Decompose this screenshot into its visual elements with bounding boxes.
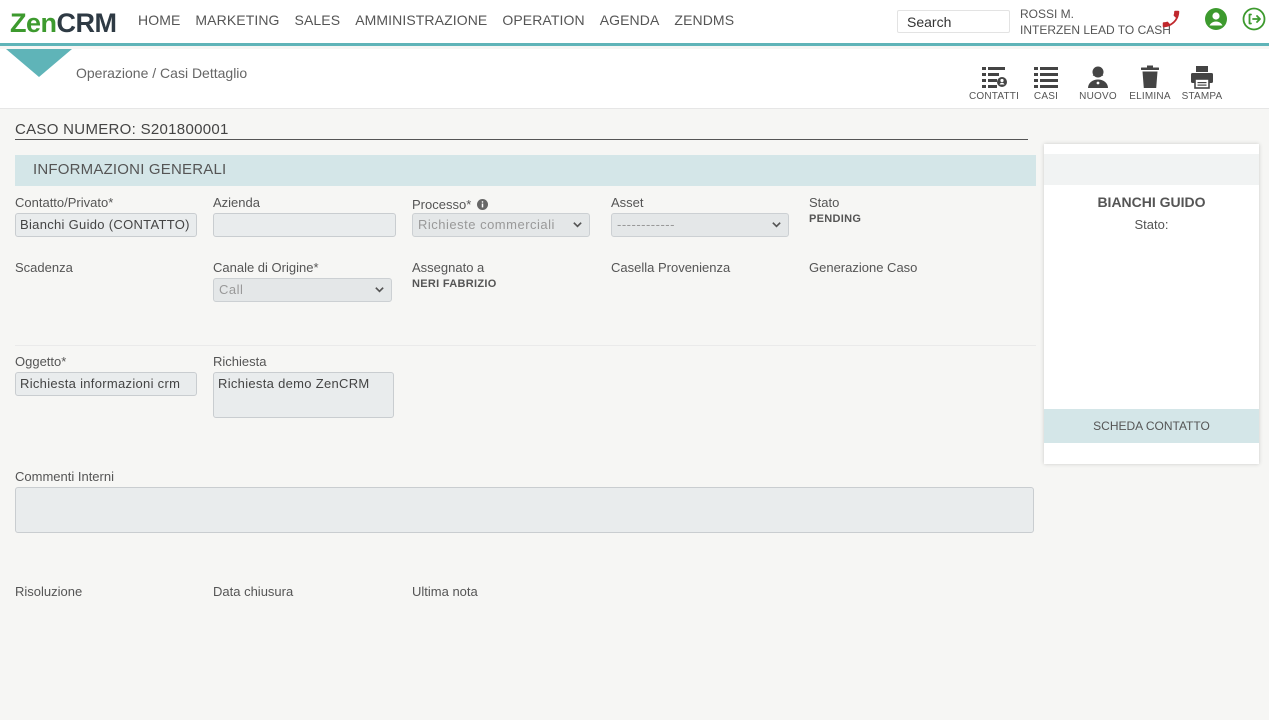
action-toolbar: CONTATTI CASI NUOVO ELIMINA STAMPA: [968, 65, 1228, 102]
contatto-field[interactable]: Bianchi Guido (CONTATTO): [15, 213, 197, 237]
nav-zendms[interactable]: ZENDMS: [674, 12, 734, 28]
azienda-label: Azienda: [213, 195, 260, 210]
phone-icon[interactable]: [1160, 8, 1182, 30]
chiusura-label: Data chiusura: [213, 584, 294, 599]
generazione-label: Generazione Caso: [809, 260, 918, 275]
stampa-label: STAMPA: [1181, 91, 1223, 102]
user-company: INTERZEN LEAD TO CASH: [1020, 23, 1171, 37]
elimina-label: ELIMINA: [1129, 91, 1171, 102]
casi-label: CASI: [1033, 91, 1059, 102]
oggetto-field[interactable]: Richiesta informazioni crm: [15, 372, 197, 396]
stato-value: PENDING: [809, 213, 862, 225]
list-icon: [1034, 67, 1058, 88]
card-contact-name: BIANCHI GUIDO: [1097, 194, 1206, 210]
contatti-label: CONTATTI: [968, 91, 1020, 102]
asset-select[interactable]: ------------: [611, 213, 789, 237]
nav-marketing[interactable]: MARKETING: [195, 12, 279, 28]
asset-label: Asset: [611, 195, 644, 210]
nav-operation[interactable]: OPERATION: [502, 12, 584, 28]
card-header-band: [1044, 154, 1259, 185]
commenti-textarea[interactable]: [15, 487, 1034, 533]
info-icon[interactable]: [476, 199, 488, 210]
menu-toggle-triangle[interactable]: [6, 49, 72, 77]
user-info[interactable]: ROSSI M. INTERZEN LEAD TO CASH: [1020, 6, 1171, 38]
canale-label: Canale di Origine*: [213, 260, 319, 275]
logout-icon[interactable]: [1242, 7, 1266, 31]
nav-amministrazione[interactable]: AMMINISTRAZIONE: [355, 12, 487, 28]
logo-zen: Zen: [10, 8, 57, 38]
trash-icon: [1141, 65, 1159, 88]
chevron-down-icon: [375, 287, 384, 293]
card-stato: Stato:: [1134, 217, 1169, 232]
nuovo-button[interactable]: NUOVO: [1072, 65, 1124, 102]
contact-card: BIANCHI GUIDO Stato: SCHEDA CONTATTO: [1044, 144, 1259, 464]
case-number-title: CASO NUMERO: S201800001: [15, 121, 1028, 140]
contacts-list-icon: [982, 67, 1007, 88]
scadenza-label: Scadenza: [15, 260, 73, 275]
chevron-down-icon: [573, 222, 582, 228]
canale-select[interactable]: Call: [213, 278, 392, 302]
nav-home[interactable]: HOME: [138, 12, 180, 28]
nav-sales[interactable]: SALES: [295, 12, 341, 28]
canale-selected: Call: [219, 282, 244, 297]
processo-label: Processo*: [412, 197, 488, 212]
processo-select[interactable]: Richieste commerciali: [412, 213, 590, 237]
assegnato-label: Assegnato a: [412, 260, 485, 275]
user-name: ROSSI M.: [1020, 7, 1075, 21]
user-circle-icon[interactable]: [1204, 7, 1228, 31]
breadcrumb: Operazione / Casi Dettaglio: [76, 65, 248, 81]
chevron-down-icon: [772, 222, 781, 228]
logo-crm: CRM: [56, 8, 118, 38]
risoluzione-label: Risoluzione: [15, 584, 83, 599]
top-navbar: ZenCRM HOME MARKETING SALES AMMINISTRAZI…: [0, 0, 1269, 46]
azienda-field[interactable]: [213, 213, 396, 237]
processo-label-text: Processo*: [412, 197, 472, 212]
nota-label: Ultima nota: [412, 584, 478, 599]
casella-label: Casella Provenienza: [611, 260, 731, 275]
logo[interactable]: ZenCRM: [10, 8, 117, 39]
contatto-label: Contatto/Privato*: [15, 195, 114, 210]
nuovo-label: NUOVO: [1079, 91, 1117, 102]
assegnato-value: NERI FABRIZIO: [412, 278, 497, 290]
stampa-button[interactable]: STAMPA: [1176, 65, 1228, 102]
commenti-label: Commenti Interni: [15, 469, 114, 484]
sub-header: Operazione / Casi Dettaglio CONTATTI CAS…: [0, 49, 1269, 109]
richiesta-textarea[interactable]: Richiesta demo ZenCRM: [213, 372, 394, 418]
nav-agenda[interactable]: AGENDA: [600, 12, 660, 28]
printer-icon: [1191, 66, 1213, 89]
search-input[interactable]: [897, 10, 1010, 33]
casi-button[interactable]: CASI: [1020, 65, 1072, 102]
stato-label: Stato: [809, 195, 840, 210]
richiesta-label: Richiesta: [213, 354, 267, 369]
divider: [15, 345, 1036, 346]
main-nav: HOME MARKETING SALES AMMINISTRAZIONE OPE…: [138, 12, 734, 28]
contatti-button[interactable]: CONTATTI: [968, 65, 1020, 102]
section-header: INFORMAZIONI GENERALI: [15, 155, 1036, 186]
scheda-contatto-button[interactable]: SCHEDA CONTATTO: [1044, 409, 1259, 443]
oggetto-label: Oggetto*: [15, 354, 67, 369]
processo-selected: Richieste commerciali: [418, 217, 555, 232]
elimina-button[interactable]: ELIMINA: [1124, 65, 1176, 102]
asset-selected: ------------: [617, 217, 675, 232]
new-person-icon: [1088, 66, 1108, 88]
